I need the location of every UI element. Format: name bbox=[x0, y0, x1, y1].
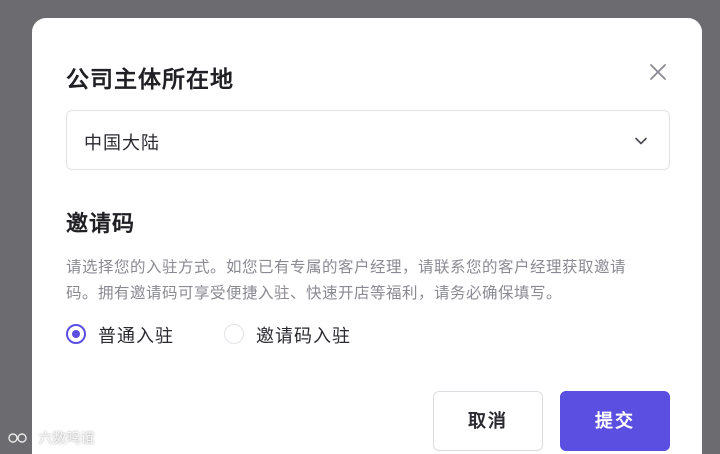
region-select[interactable]: 中国大陆 bbox=[66, 110, 670, 170]
watermark-text: 六数鸣谊 bbox=[38, 431, 95, 447]
close-button[interactable] bbox=[646, 60, 670, 84]
location-dialog: 公司主体所在地 中国大陆 邀请码 请选择您的入驻方式。如您已有专属的客户经理，请… bbox=[32, 18, 702, 454]
radio-checked-icon bbox=[66, 324, 86, 344]
submit-button[interactable]: 提交 bbox=[560, 391, 670, 451]
radio-label-standard: 普通入驻 bbox=[98, 326, 174, 347]
modal-backdrop: 公司主体所在地 中国大陆 邀请码 请选择您的入驻方式。如您已有专属的客户经理，请… bbox=[0, 0, 720, 454]
region-select-value: 中国大陆 bbox=[84, 133, 160, 154]
watermark-logo-icon bbox=[8, 433, 27, 443]
invite-section-title: 邀请码 bbox=[66, 212, 136, 237]
radio-label-invite-code: 邀请码入驻 bbox=[256, 326, 351, 347]
invite-description: 请选择您的入驻方式。如您已有专属的客户经理，请联系您的客户经理获取邀请码。拥有邀… bbox=[66, 258, 627, 302]
dialog-title: 公司主体所在地 bbox=[66, 67, 234, 93]
chevron-down-icon bbox=[635, 137, 647, 145]
cancel-button[interactable]: 取消 bbox=[433, 391, 543, 451]
close-icon bbox=[650, 64, 666, 80]
watermark: 六数鸣谊 bbox=[8, 428, 94, 448]
radio-unchecked-icon bbox=[224, 324, 244, 344]
